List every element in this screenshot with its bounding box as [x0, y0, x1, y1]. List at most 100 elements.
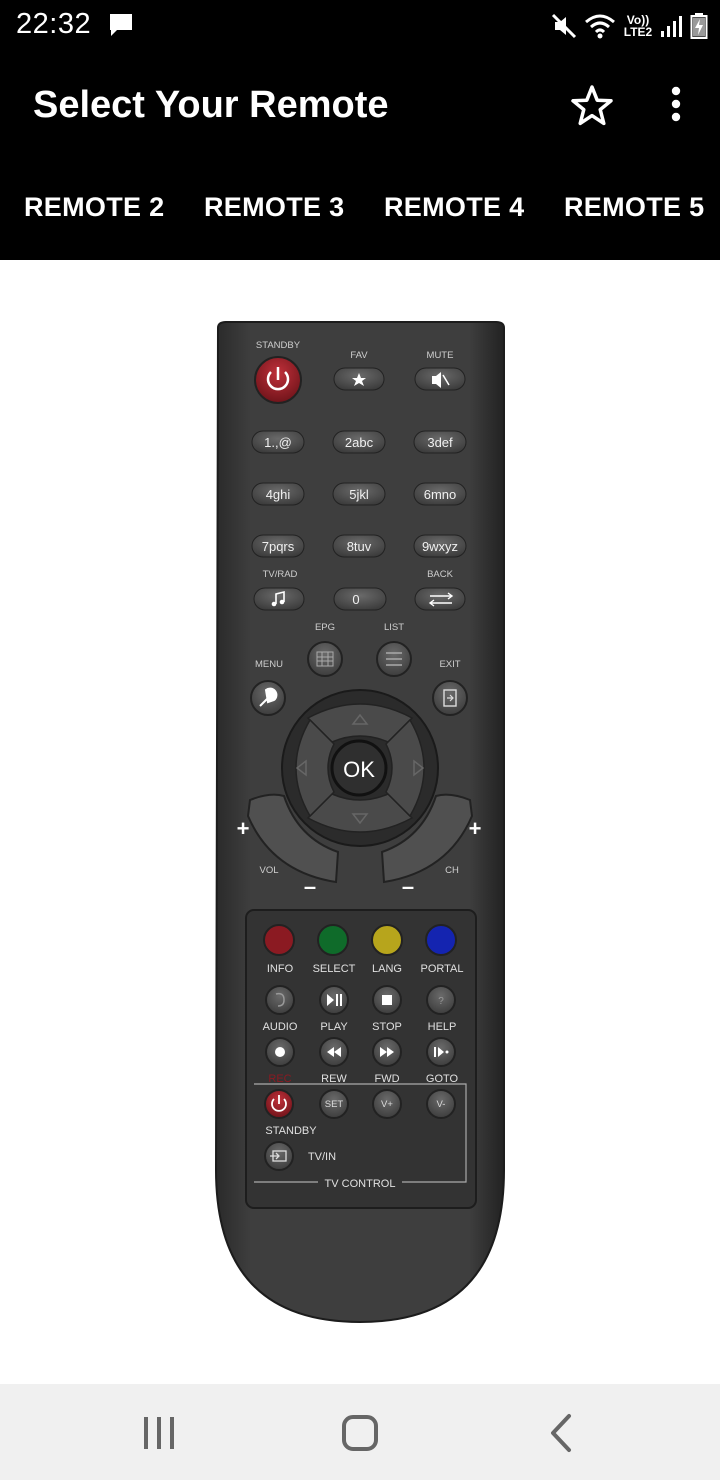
tv-standby-button[interactable] — [264, 1089, 294, 1119]
menu-button[interactable] — [250, 680, 286, 716]
lte-bottom: LTE2 — [623, 25, 653, 39]
signal-icon — [661, 16, 682, 37]
select-label: SELECT — [313, 963, 356, 975]
help-button[interactable]: ? — [426, 985, 456, 1015]
digit-7-button[interactable]: 7pqrs — [251, 534, 305, 558]
blue-button[interactable] — [425, 924, 457, 956]
tv-volume-down-button[interactable]: V- — [426, 1089, 456, 1119]
ok-button[interactable]: OK — [330, 739, 388, 797]
standby-label: STANDBY — [256, 340, 301, 351]
wifi-icon — [585, 14, 615, 39]
digit-9-button[interactable]: 9wxyz — [413, 534, 467, 558]
tab-remote-3[interactable]: REMOTE 3 — [204, 192, 344, 223]
exit-button[interactable] — [432, 680, 468, 716]
rew-label: REW — [321, 1073, 347, 1085]
favorite-star-icon[interactable] — [568, 82, 616, 130]
audio-button[interactable] — [265, 985, 295, 1015]
digit-2-button[interactable]: 2abc — [332, 430, 386, 454]
digit-1-button[interactable]: 1.,@ — [251, 430, 305, 454]
back-button[interactable] — [414, 587, 466, 611]
d-pad: OK — [281, 689, 439, 847]
page-title: Select Your Remote — [33, 84, 389, 126]
set-label: SET — [325, 1099, 344, 1110]
battery-charging-icon — [690, 13, 708, 39]
tv-standby-label: STANDBY — [265, 1125, 317, 1137]
fast-forward-button[interactable] — [372, 1037, 402, 1067]
back-label: BACK — [427, 569, 454, 580]
list-button[interactable] — [376, 641, 412, 677]
rec-button[interactable] — [265, 1037, 295, 1067]
tab-remote-5[interactable]: REMOTE 5 — [564, 192, 704, 223]
lang-label: LANG — [372, 963, 402, 975]
goto-button[interactable] — [426, 1037, 456, 1067]
number-pad: 1.,@ 2abc 3def 4ghi 5jkl 6mno 7pqrs 8tuv… — [251, 430, 467, 558]
digit-7-label: 7pqrs — [262, 539, 295, 554]
tv-volume-up-button[interactable]: V+ — [372, 1089, 402, 1119]
digit-0-button[interactable]: 0 — [333, 587, 387, 611]
tv-rad-button[interactable] — [253, 587, 305, 611]
more-options-icon[interactable] — [652, 82, 700, 130]
goto-label: GOTO — [426, 1073, 459, 1085]
digit-8-button[interactable]: 8tuv — [332, 534, 386, 558]
digit-5-button[interactable]: 5jkl — [332, 482, 386, 506]
rewind-button[interactable] — [319, 1037, 349, 1067]
record-icon — [275, 1047, 285, 1057]
v-minus-label: V- — [437, 1099, 446, 1110]
ch-plus-label: + — [469, 816, 482, 841]
lte-indicator: Vo)) LTE2 — [622, 14, 654, 38]
ch-minus-label: – — [402, 874, 414, 899]
yellow-button[interactable] — [371, 924, 403, 956]
digit-5-label: 5jkl — [349, 487, 369, 502]
digit-3-button[interactable]: 3def — [413, 430, 467, 454]
digit-1-label: 1.,@ — [264, 435, 292, 450]
v-plus-label: V+ — [381, 1099, 393, 1110]
exit-label: EXIT — [439, 659, 460, 670]
mute-icon — [551, 13, 577, 39]
play-pause-button[interactable] — [319, 985, 349, 1015]
fav-label: FAV — [350, 350, 368, 361]
fav-button[interactable] — [333, 367, 385, 391]
ch-label: CH — [445, 865, 459, 876]
digit-3-label: 3def — [427, 435, 453, 450]
help-icon: ? — [438, 996, 444, 1007]
digit-6-label: 6mno — [424, 487, 457, 502]
recent-apps-icon[interactable] — [134, 1408, 184, 1458]
digit-2-label: 2abc — [345, 435, 374, 450]
info-label: INFO — [267, 963, 294, 975]
stop-button[interactable] — [372, 985, 402, 1015]
green-button[interactable] — [317, 924, 349, 956]
play-label: PLAY — [320, 1021, 348, 1033]
tv-in-label: TV/IN — [308, 1151, 336, 1163]
back-icon[interactable] — [537, 1408, 587, 1458]
status-time: 22:32 — [16, 8, 92, 40]
portal-label: PORTAL — [421, 963, 464, 975]
digit-8-label: 8tuv — [347, 539, 372, 554]
tv-rad-label: TV/RAD — [263, 569, 298, 580]
mute-label: MUTE — [427, 350, 454, 361]
audio-label: AUDIO — [263, 1021, 298, 1033]
tab-remote-2[interactable]: REMOTE 2 — [24, 192, 164, 223]
tab-remote-4[interactable]: REMOTE 4 — [384, 192, 524, 223]
rec-label: REC — [268, 1073, 291, 1085]
digit-4-button[interactable]: 4ghi — [251, 482, 305, 506]
tv-input-button[interactable] — [264, 1141, 294, 1171]
red-button[interactable] — [263, 924, 295, 956]
vol-plus-label: + — [237, 816, 250, 841]
mute-button[interactable] — [414, 367, 466, 391]
home-icon[interactable] — [335, 1408, 385, 1458]
remote-image: STANDBY FAV MUTE 1.,@ 2abc 3def 4ghi 5jk… — [214, 321, 505, 1324]
digit-0-label: 0 — [352, 592, 359, 607]
digit-4-label: 4ghi — [266, 487, 291, 502]
chat-icon — [110, 14, 132, 36]
tv-control-title: TV CONTROL — [325, 1178, 396, 1190]
vol-minus-label: – — [304, 874, 316, 899]
standby-button[interactable] — [254, 356, 302, 404]
digit-9-label: 9wxyz — [422, 539, 458, 554]
digit-6-button[interactable]: 6mno — [413, 482, 467, 506]
epg-button[interactable] — [307, 641, 343, 677]
stop-icon — [382, 995, 392, 1005]
tv-set-button[interactable]: SET — [319, 1089, 349, 1119]
stop-label: STOP — [372, 1021, 402, 1033]
remote-view: STANDBY FAV MUTE 1.,@ 2abc 3def 4ghi 5jk… — [0, 260, 720, 1384]
fwd-label: FWD — [374, 1073, 399, 1085]
